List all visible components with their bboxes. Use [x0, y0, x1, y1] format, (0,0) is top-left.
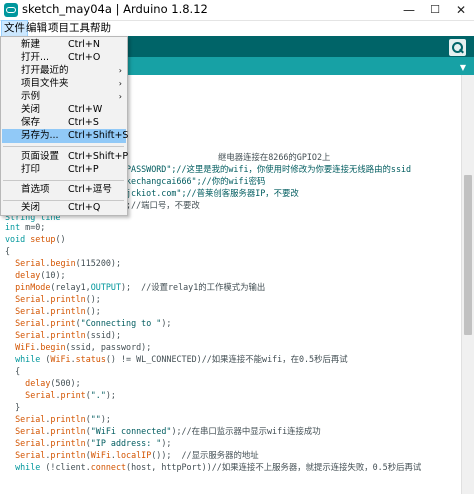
code-line: delay(10); — [15, 270, 66, 280]
menu-examples[interactable]: 示例 › — [2, 90, 126, 104]
vertical-scrollbar[interactable] — [461, 75, 474, 494]
menu-close[interactable]: 关闭 Ctrl+W — [2, 103, 126, 117]
code-line: { — [5, 246, 11, 256]
code-line: while (WiFi.status() != WL_CONNECTED)//如… — [15, 354, 348, 364]
menu-open[interactable]: 打开... Ctrl+O — [2, 51, 126, 65]
submenu-arrow-icon: › — [118, 92, 122, 101]
code-line: while (!client.connect(host, httpPort))/… — [15, 462, 422, 472]
code-line: Serial.println("WiFi connected");//在串口监示… — [15, 426, 321, 436]
code-line: delay(500); — [25, 378, 81, 388]
submenu-arrow-icon: › — [118, 79, 122, 88]
menu-sketchbook[interactable]: 项目文件夹 › — [2, 77, 126, 91]
menu-new[interactable]: 新建 Ctrl+N — [2, 38, 126, 52]
code-line: int m=0; — [5, 222, 46, 232]
code-fragment: PASSWORD";//这里是我的wifi，你使用时修改为你要连接无线路由的ss… — [126, 164, 412, 174]
menu-preferences[interactable]: 首选项 Ctrl+逗号 — [2, 183, 126, 197]
code-line: Serial.print("Connecting to "); — [15, 318, 172, 328]
title-bar: sketch_may04a | Arduino 1.8.12 — ☐ ✕ — [0, 0, 474, 21]
submenu-arrow-icon: › — [118, 66, 122, 75]
code-line: { — [5, 366, 21, 376]
window-title: sketch_may04a | Arduino 1.8.12 — [22, 2, 208, 16]
tab-menu-icon[interactable]: ▼ — [460, 63, 466, 72]
menu-help[interactable]: 帮助 — [88, 21, 113, 36]
arduino-app-icon — [4, 3, 18, 17]
menu-quit[interactable]: 关闭 Ctrl+Q — [2, 201, 126, 215]
scroll-thumb[interactable] — [464, 175, 472, 335]
code-line: Serial.println("IP address: "); — [15, 438, 172, 448]
code-line: pinMode(relay1,OUTPUT); //设置relay1的工作模式为… — [15, 282, 266, 292]
code-line: Serial.println(ssid); — [15, 330, 121, 340]
code-line: Serial.println(); — [15, 294, 101, 304]
code-line: void setup() — [5, 234, 66, 244]
code-line: Serial.begin(115200); — [15, 258, 122, 268]
code-line: WiFi.begin(ssid, password); — [15, 342, 152, 352]
code-fragment: kechangcai666";//你的wifi密码 — [126, 176, 266, 186]
close-button[interactable]: ✕ — [448, 0, 474, 20]
menu-bar: 文件 编辑 项目 工具 帮助 — [0, 20, 474, 37]
serial-monitor-button[interactable] — [449, 39, 466, 56]
menu-page-setup[interactable]: 页面设置 Ctrl+Shift+P — [2, 150, 128, 164]
code-line: } — [5, 402, 21, 412]
maximize-button[interactable]: ☐ — [422, 0, 448, 20]
code-line: Serial.println(""); — [15, 414, 111, 424]
menu-print[interactable]: 打印 Ctrl+P — [2, 163, 126, 177]
minimize-button[interactable]: — — [396, 0, 422, 20]
menu-save-as[interactable]: 另存为... Ctrl+Shift+S — [2, 129, 128, 143]
code-fragment: 继电器连接在8266的GPIO2上 — [218, 152, 331, 162]
code-line: Serial.println(WiFi.localIP()); //显示服务器的… — [15, 450, 259, 460]
file-menu-dropdown: 新建 Ctrl+N 打开... Ctrl+O 打开最近的 › 项目文件夹 › 示例 › 关… — [0, 36, 128, 216]
code-line: Serial.println(); — [15, 306, 101, 316]
menu-open-recent[interactable]: 打开最近的 › — [2, 64, 126, 78]
menu-save[interactable]: 保存 Ctrl+S — [2, 116, 126, 130]
code-fragment: ;//端口号，不要改 — [126, 200, 200, 210]
code-line: Serial.print("."); — [25, 390, 116, 400]
menu-separator — [3, 146, 124, 147]
code-fragment: jckiot.com";//普莱创客服务器IP，不要改 — [126, 188, 299, 198]
menu-separator — [3, 180, 124, 181]
